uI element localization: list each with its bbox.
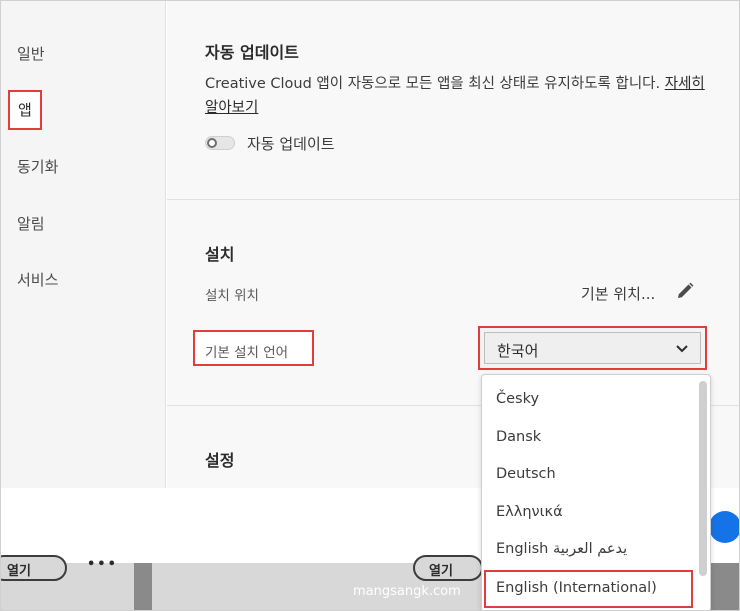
default-language-label-box: 기본 설치 언어 bbox=[193, 330, 314, 366]
section-divider bbox=[167, 199, 739, 200]
sidebar-item-services[interactable]: 서비스 bbox=[17, 270, 58, 290]
description-text: Creative Cloud 앱이 자동으로 모든 앱을 최신 상태로 유지하도… bbox=[205, 76, 661, 92]
more-options-icon[interactable]: ••• bbox=[87, 557, 118, 572]
language-option[interactable]: Ελληνικά bbox=[496, 504, 563, 520]
dropdown-scrollbar[interactable] bbox=[699, 381, 707, 576]
install-title: 설치 bbox=[205, 245, 235, 264]
sidebar-item-apps[interactable]: 앱 bbox=[8, 90, 42, 130]
sidebar-item-notifications[interactable]: 알림 bbox=[17, 214, 45, 234]
language-option[interactable]: Česky bbox=[496, 391, 539, 407]
pencil-icon[interactable] bbox=[675, 281, 695, 301]
default-language-label: 기본 설치 언어 bbox=[205, 345, 289, 361]
chevron-down-icon bbox=[676, 345, 688, 353]
install-location-value: 기본 위치... bbox=[581, 285, 656, 303]
sidebar-item-general[interactable]: 일반 bbox=[17, 44, 45, 64]
language-option-highlighted[interactable]: English (International) bbox=[484, 570, 693, 608]
install-location-label: 설치 위치 bbox=[205, 288, 259, 304]
language-select-value: 한국어 bbox=[497, 342, 539, 360]
auto-update-description: Creative Cloud 앱이 자동으로 모든 앱을 최신 상태로 유지하도… bbox=[205, 72, 715, 120]
language-option[interactable]: Deutsch bbox=[496, 466, 556, 482]
open-button[interactable]: 열기 bbox=[1, 555, 67, 581]
toggle-knob bbox=[207, 138, 217, 148]
auto-update-toggle[interactable] bbox=[205, 136, 235, 150]
language-dropdown-list[interactable]: Česky Dansk Deutsch Ελληνικά English يدع… bbox=[481, 374, 711, 610]
sidebar-item-sync[interactable]: 동기화 bbox=[17, 157, 58, 177]
auto-update-toggle-label: 자동 업데이트 bbox=[247, 135, 335, 153]
language-select[interactable]: 한국어 bbox=[478, 326, 707, 370]
open-button[interactable]: 열기 bbox=[413, 555, 483, 581]
app-window: 일반 앱 동기화 알림 서비스 자동 업데이트 Creative Cloud 앱… bbox=[0, 0, 740, 611]
blue-action-indicator[interactable] bbox=[709, 511, 739, 543]
auto-update-title: 자동 업데이트 bbox=[205, 43, 299, 62]
watermark-text: mangsangk.com bbox=[353, 584, 461, 599]
sidebar: 일반 앱 동기화 알림 서비스 bbox=[1, 1, 166, 488]
language-option[interactable]: English يدعم العربية bbox=[496, 541, 627, 557]
settings-title: 설정 bbox=[205, 451, 235, 470]
language-option[interactable]: Dansk bbox=[496, 429, 541, 445]
language-select-field[interactable]: 한국어 bbox=[484, 332, 701, 364]
